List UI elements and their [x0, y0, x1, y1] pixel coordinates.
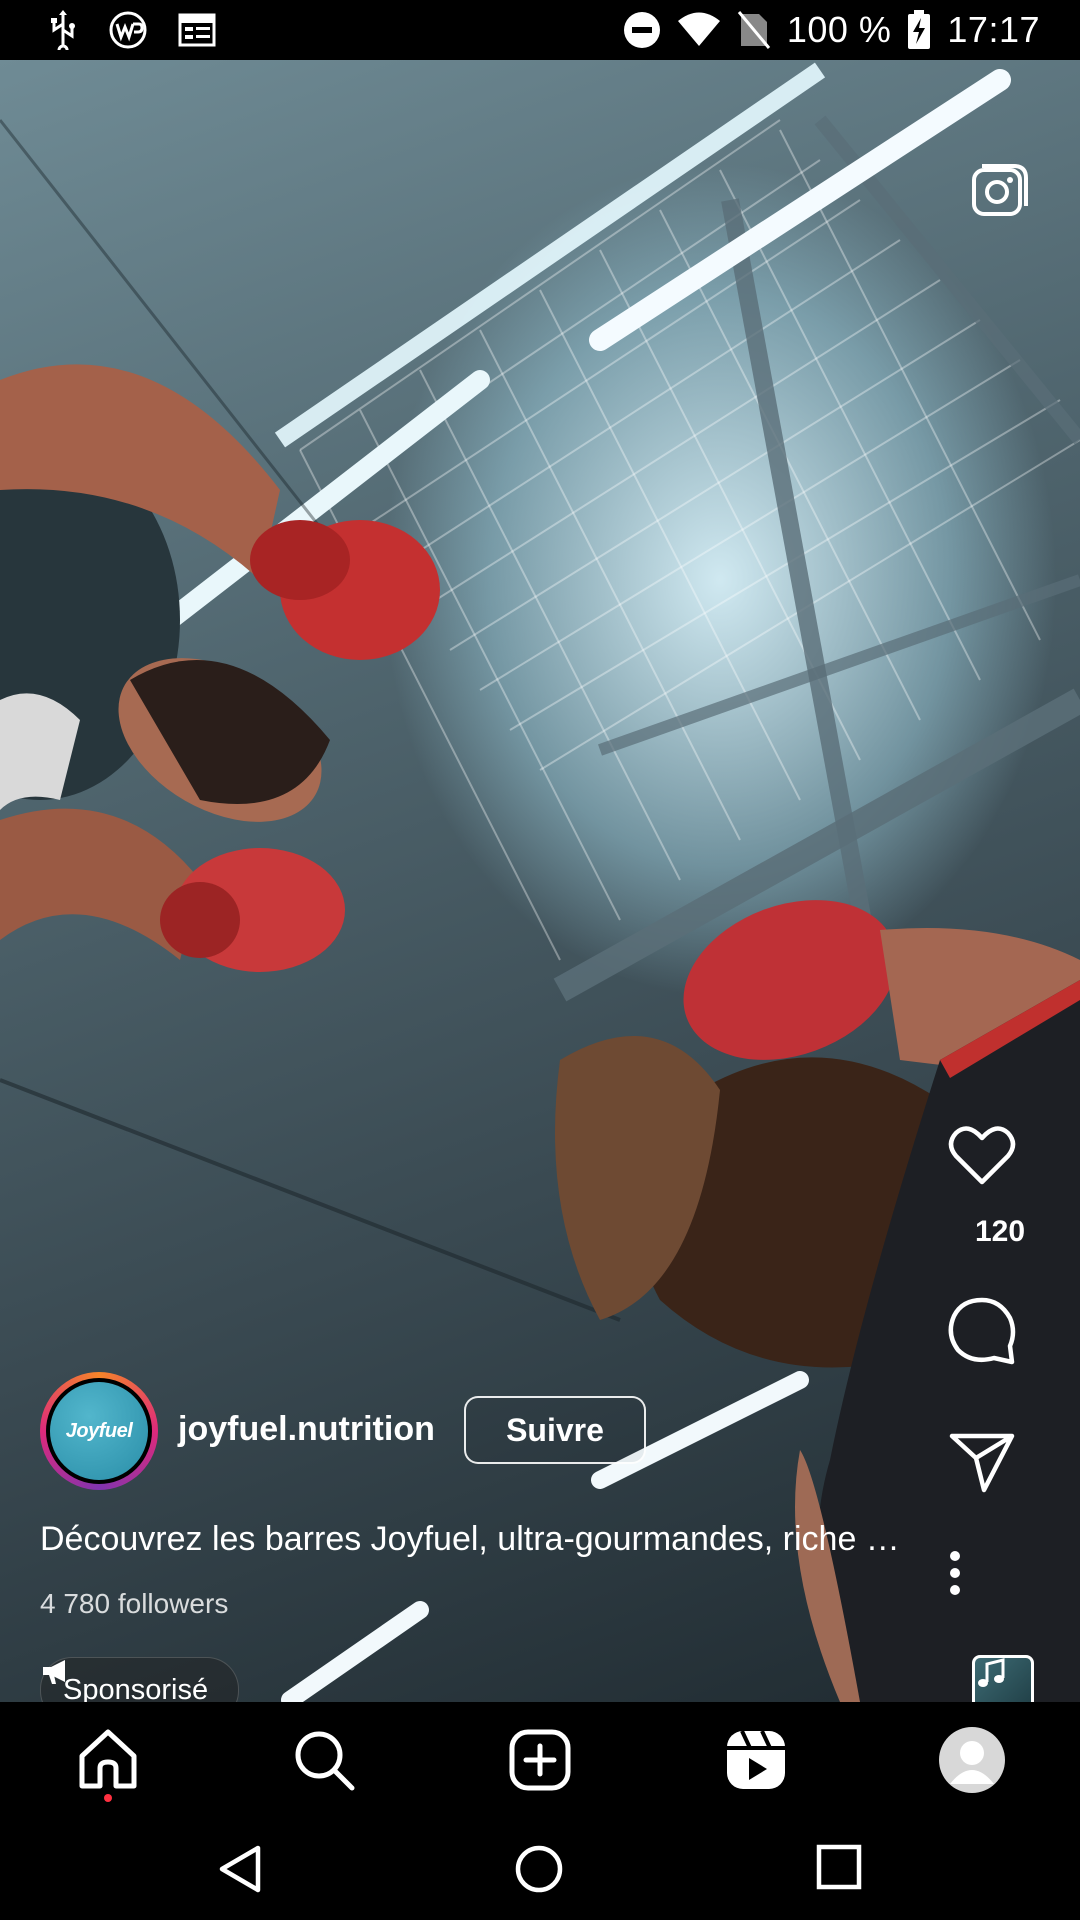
- audio-icon: [978, 1658, 1005, 1687]
- create-icon: [509, 1729, 571, 1791]
- profile-icon: [939, 1727, 1005, 1793]
- sponsored-label: Sponsorisé: [63, 1673, 209, 1703]
- camera-icon[interactable]: [970, 160, 1030, 220]
- clock: 17:17: [947, 9, 1040, 50]
- home-circle-icon: [515, 1845, 563, 1893]
- avatar[interactable]: Joyfuel: [40, 1372, 158, 1490]
- sponsored-badge[interactable]: Sponsorisé: [40, 1657, 240, 1703]
- nav-reels[interactable]: [724, 1728, 788, 1792]
- home-system-button[interactable]: [514, 1844, 564, 1899]
- follow-button[interactable]: Suivre: [464, 1396, 646, 1464]
- wps-icon: [108, 10, 148, 50]
- usb-icon: [48, 10, 78, 50]
- back-button[interactable]: [216, 1844, 264, 1899]
- nav-profile[interactable]: [938, 1726, 1006, 1794]
- search-icon: [295, 1731, 355, 1791]
- dnd-icon: [623, 11, 661, 49]
- share-icon: [949, 1433, 1015, 1493]
- recents-button[interactable]: [816, 1844, 862, 1895]
- status-left: [48, 0, 216, 60]
- more-icon: [950, 1551, 960, 1595]
- reels-icon: [727, 1730, 785, 1789]
- avatar-logo: Joyfuel: [50, 1382, 148, 1480]
- recents-icon: [816, 1844, 862, 1890]
- wifi-icon: [677, 12, 721, 48]
- caption[interactable]: Découvrez les barres Joyfuel, ultra-gour…: [40, 1520, 940, 1559]
- home-icon: [79, 1729, 137, 1789]
- nav-home[interactable]: [76, 1728, 140, 1792]
- notification-dot: [104, 1794, 112, 1802]
- audio-button[interactable]: [972, 1655, 1034, 1702]
- reel-video[interactable]: 120 Joyfuel joyfuel.nutrition Suivre Déc…: [0, 60, 1080, 1702]
- nav-create[interactable]: [508, 1728, 572, 1792]
- heart-icon: [948, 1126, 1016, 1185]
- status-bar: 100 % 17:17: [0, 0, 1080, 60]
- bottom-nav: [0, 1702, 1080, 1816]
- followers-count: 4 780 followers: [40, 1588, 229, 1619]
- status-right: 100 % 17:17: [623, 0, 1040, 60]
- username[interactable]: joyfuel.nutrition: [178, 1410, 435, 1449]
- battery-charging-icon: [907, 10, 931, 50]
- battery-percent: 100 %: [786, 9, 892, 50]
- nav-search[interactable]: [292, 1728, 356, 1792]
- like-count: 120: [974, 1215, 1026, 1248]
- megaphone-icon: [43, 1660, 65, 1684]
- back-icon: [219, 1845, 261, 1893]
- comment-icon: [948, 1297, 1016, 1365]
- calendar-icon: [178, 12, 216, 48]
- system-nav: [0, 1816, 1080, 1920]
- no-sim-icon: [737, 10, 771, 50]
